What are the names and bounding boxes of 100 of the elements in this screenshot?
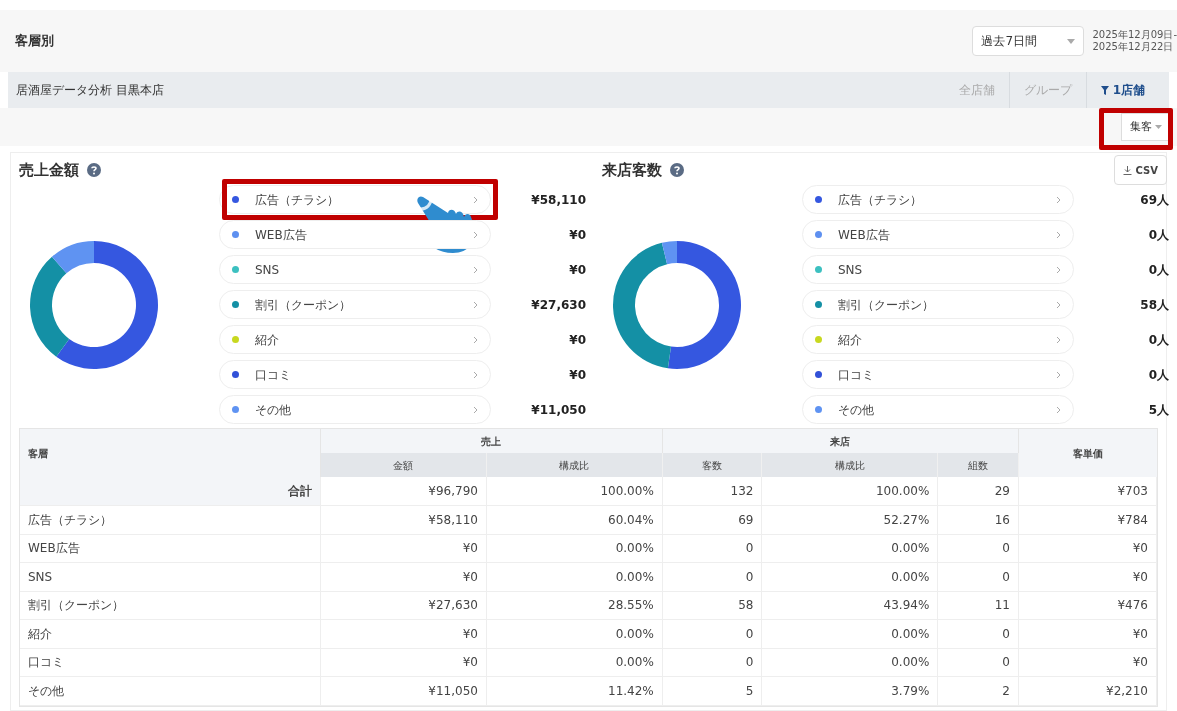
table-cell: ¥0: [1018, 562, 1157, 591]
table-cell: 0: [662, 648, 762, 677]
legend-item[interactable]: SNS: [802, 255, 1074, 284]
column-header: 客単価: [1018, 429, 1157, 477]
legend-item[interactable]: 広告（チラシ）: [219, 185, 491, 214]
table-cell: 28.55%: [486, 591, 663, 620]
table-cell: 0.00%: [486, 562, 663, 591]
table-cell: 43.94%: [761, 591, 938, 620]
table-cell: ¥2,210: [1018, 676, 1157, 705]
column-header: 客層: [20, 429, 320, 477]
chevron-right-icon: [1056, 370, 1061, 379]
table-cell: 0: [937, 562, 1019, 591]
legend-value: ¥0: [568, 261, 586, 279]
legend-value: ¥27,630: [530, 296, 586, 314]
table-cell: ¥0: [320, 562, 487, 591]
store-name: 居酒屋データ分析 目黒本店: [16, 82, 164, 99]
chevron-right-icon: [473, 195, 478, 204]
table-cell: 0: [937, 534, 1019, 563]
legend-item[interactable]: 割引（クーポン）: [802, 290, 1074, 319]
page-title: 客層別: [15, 32, 54, 51]
table-cell: 広告（チラシ）: [20, 505, 320, 534]
csv-download-button[interactable]: CSV: [1113, 155, 1167, 185]
legend-item[interactable]: WEB広告: [219, 220, 491, 249]
category-select[interactable]: 集客: [1121, 113, 1171, 141]
table-cell: 5: [662, 676, 762, 705]
legend-item[interactable]: SNS: [219, 255, 491, 284]
panel-title: 売上金額: [19, 159, 79, 181]
table-cell: SNS: [20, 562, 320, 591]
table-cell: ¥0: [1018, 648, 1157, 677]
legend-value: ¥11,050: [530, 401, 586, 419]
table-cell: ¥784: [1018, 505, 1157, 534]
column-header: 客数: [662, 453, 762, 477]
chevron-right-icon: [473, 405, 478, 414]
table-cell: 3.79%: [761, 676, 938, 705]
table-cell: 0: [662, 562, 762, 591]
filter-icon: [1100, 85, 1109, 95]
table-cell: 0.00%: [761, 534, 938, 563]
total-cell: 100.00%: [761, 477, 938, 506]
table-cell: 11.42%: [486, 676, 663, 705]
table-cell: 0.00%: [761, 619, 938, 648]
date-text: 2025年12月09日-: [1092, 29, 1177, 41]
legend-value: ¥0: [568, 366, 586, 384]
chevron-right-icon: [1056, 405, 1061, 414]
table-cell: ¥0: [320, 619, 487, 648]
caret-icon: [1155, 125, 1162, 129]
download-icon: [1122, 165, 1132, 175]
legend-item[interactable]: 紹介: [219, 325, 491, 354]
panel-title: 来店客数: [602, 159, 662, 181]
table-cell: 0.00%: [761, 562, 938, 591]
help-icon[interactable]: [87, 163, 101, 177]
table-cell: 2: [937, 676, 1019, 705]
legend-value: 0人: [1147, 226, 1169, 244]
table-cell: 0: [937, 648, 1019, 677]
legend-item[interactable]: 口コミ: [219, 360, 491, 389]
column-group-header: 来店: [662, 429, 1019, 453]
chevron-right-icon: [1056, 300, 1061, 309]
table-cell: 11: [937, 591, 1019, 620]
table-cell: ¥58,110: [320, 505, 487, 534]
chevron-right-icon: [473, 335, 478, 344]
legend-item[interactable]: 割引（クーポン）: [219, 290, 491, 319]
table-cell: 0: [937, 619, 1019, 648]
column-header: 構成比: [486, 453, 663, 477]
table-cell: 0.00%: [761, 648, 938, 677]
table-cell: ¥27,630: [320, 591, 487, 620]
total-cell: 132: [662, 477, 762, 506]
table-cell: 0.00%: [486, 648, 663, 677]
legend-value: 69人: [1139, 191, 1169, 209]
table-cell: ¥0: [320, 648, 487, 677]
legend-value: 58人: [1139, 296, 1169, 314]
table-cell: ¥0: [1018, 534, 1157, 563]
period-select[interactable]: 過去7日間: [972, 26, 1085, 56]
column-header: 構成比: [761, 453, 938, 477]
legend-value: 5人: [1147, 401, 1169, 419]
table-cell: 16: [937, 505, 1019, 534]
table-cell: ¥11,050: [320, 676, 487, 705]
table-cell: その他: [20, 676, 320, 705]
legend-item[interactable]: その他: [219, 395, 491, 424]
table-cell: 割引（クーポン）: [20, 591, 320, 620]
chevron-right-icon: [473, 300, 478, 309]
chevron-right-icon: [473, 370, 478, 379]
table-cell: 58: [662, 591, 762, 620]
legend-value: ¥58,110: [530, 191, 586, 209]
legend-item[interactable]: 口コミ: [802, 360, 1074, 389]
column-header: 金額: [320, 453, 487, 477]
legend-item[interactable]: WEB広告: [802, 220, 1074, 249]
legend-value: 0人: [1147, 366, 1169, 384]
chevron-right-icon: [1056, 195, 1061, 204]
legend-item[interactable]: 広告（チラシ）: [802, 185, 1074, 214]
legend-item[interactable]: 紹介: [802, 325, 1074, 354]
chevron-right-icon: [473, 230, 478, 239]
table-cell: 0.00%: [486, 534, 663, 563]
legend-item[interactable]: その他: [802, 395, 1074, 424]
table-cell: 紹介: [20, 619, 320, 648]
column-header: 組数: [937, 453, 1019, 477]
help-icon[interactable]: [670, 163, 684, 177]
table-cell: 口コミ: [20, 648, 320, 677]
chevron-right-icon: [1056, 265, 1061, 274]
table-cell: 0.00%: [486, 619, 663, 648]
date-text: 2025年12月22日: [1092, 41, 1175, 53]
total-cell: 100.00%: [486, 477, 663, 506]
